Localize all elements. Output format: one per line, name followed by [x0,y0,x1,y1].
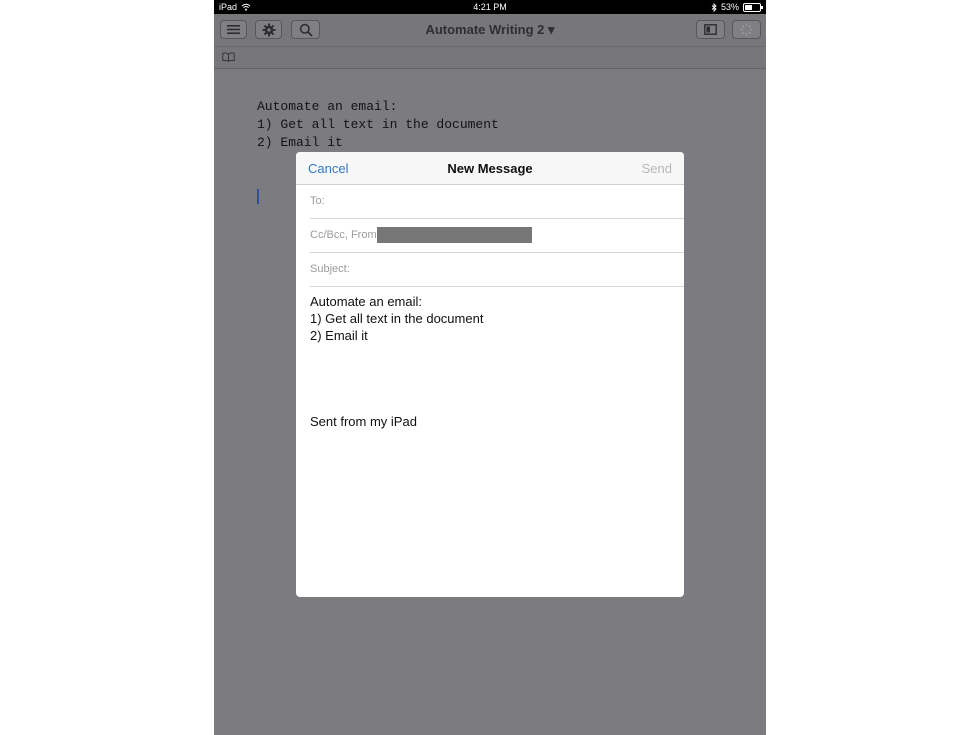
subject-label: Subject: [310,263,350,275]
clock: 4:21 PM [473,2,507,12]
sidebar-icon [704,24,717,35]
sync-spinner-icon [740,23,753,36]
settings-button[interactable] [255,20,282,39]
redacted-email [377,227,532,243]
email-signature: Sent from my iPad [310,414,417,429]
sync-button[interactable] [732,20,761,39]
send-button[interactable]: Send [642,161,672,176]
gear-icon [262,23,275,36]
subject-field[interactable]: Subject: [310,253,684,287]
compose-title: New Message [447,161,533,176]
new-message-sheet: Cancel New Message Send To: Cc/Bcc, From… [296,152,684,597]
sidebar-button[interactable] [696,20,725,39]
ccbcc-from-field[interactable]: Cc/Bcc, From: [310,219,684,253]
menu-icon [227,25,240,34]
to-field[interactable]: To: [310,185,684,219]
document-line: Automate an email: [257,99,398,114]
status-bar: iPad 4:21 PM 53% [214,0,766,14]
book-icon[interactable] [222,52,235,62]
message-body[interactable]: Automate an email: 1) Get all text in the… [310,293,483,344]
ccbcc-label: Cc/Bcc, From: [310,229,380,241]
body-line: 1) Get all text in the document [310,311,484,326]
document-line: 1) Get all text in the document [257,117,499,132]
document-text[interactable]: Automate an email: 1) Get all text in the… [257,98,499,152]
document-subbar [214,47,766,69]
toolbar: Automate Writing 2 ▾ [214,14,766,47]
menu-button[interactable] [220,20,247,39]
search-button[interactable] [291,20,320,39]
bluetooth-icon [711,2,717,12]
body-line: 2) Email it [310,328,368,343]
document-line: 2) Email it [257,135,343,150]
body-line: Automate an email: [310,294,423,309]
compose-header: Cancel New Message Send [296,152,684,185]
search-icon [299,23,313,37]
battery-percent: 53% [720,2,739,12]
to-label: To: [310,195,325,207]
battery-icon [743,2,763,12]
text-cursor [257,189,259,204]
